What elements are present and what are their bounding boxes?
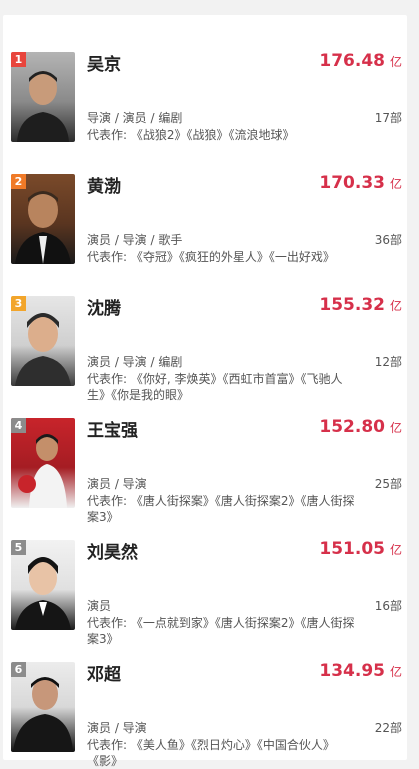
box-office-value: 151.05 xyxy=(319,539,385,559)
box-office-total: 134.95 亿 xyxy=(319,661,402,681)
box-office-total: 151.05 亿 xyxy=(319,539,402,559)
works-count: 12部 xyxy=(374,355,402,369)
actor-photo: 4 xyxy=(11,418,75,508)
actor-row[interactable]: 3 沈腾 155.32 亿 演员 / 导演 / 编剧 12部 代表作: 《你好, … xyxy=(3,277,407,402)
actor-row[interactable]: 1 吴京 176.48 亿 导演 / 演员 / 编剧 17部 代表作: 《战狼2》… xyxy=(3,33,407,155)
actor-photo: 5 xyxy=(11,540,75,630)
works-count: 17部 xyxy=(374,111,402,125)
box-office-value: 170.33 xyxy=(319,173,385,193)
actor-roles: 导演 / 演员 / 编剧 xyxy=(87,111,183,125)
rank-badge: 2 xyxy=(11,174,26,189)
actor-roles: 演员 xyxy=(87,599,112,613)
rank-badge: 4 xyxy=(11,418,26,433)
actor-photo: 3 xyxy=(11,296,75,386)
box-office-value: 152.80 xyxy=(319,417,385,437)
actor-roles: 演员 / 导演 xyxy=(87,721,147,735)
box-office-total: 155.32 亿 xyxy=(319,295,402,315)
works-count: 36部 xyxy=(374,233,402,247)
box-office-value: 176.48 xyxy=(319,51,385,71)
actor-roles: 演员 / 导演 / 编剧 xyxy=(87,355,183,369)
box-office-total: 152.80 亿 xyxy=(319,417,402,437)
box-office-value: 134.95 xyxy=(319,661,385,681)
representative-works: 代表作: 《美人鱼》《烈日灼心》《中国合伙人》《影》 xyxy=(87,738,335,768)
box-office-total: 176.48 亿 xyxy=(319,51,402,71)
actor-row[interactable]: 2 黄渤 170.33 亿 演员 / 导演 / 歌手 36部 代表作: 《夺冠》《… xyxy=(3,155,407,277)
actor-row[interactable]: 5 刘昊然 151.05 亿 演员 16部 代表作: 《一点就到家》《唐人街探案2… xyxy=(3,521,407,646)
actor-roles: 演员 / 导演 xyxy=(87,477,147,491)
box-office-unit: 亿 xyxy=(389,421,402,435)
actor-name: 黄渤 xyxy=(87,177,121,197)
box-office-value: 155.32 xyxy=(319,295,385,315)
actor-name: 刘昊然 xyxy=(87,543,138,563)
box-office-unit: 亿 xyxy=(389,665,402,679)
works-count: 25部 xyxy=(374,477,402,491)
rank-badge: 3 xyxy=(11,296,26,311)
box-office-unit: 亿 xyxy=(389,177,402,191)
actor-name: 吴京 xyxy=(87,55,121,75)
representative-works: 代表作: 《夺冠》《疯狂的外星人》《一出好戏》 xyxy=(87,250,335,264)
actor-name: 王宝强 xyxy=(87,421,138,441)
box-office-unit: 亿 xyxy=(389,299,402,313)
rank-badge: 5 xyxy=(11,540,26,555)
box-office-total: 170.33 亿 xyxy=(319,173,402,193)
works-count: 16部 xyxy=(374,599,402,613)
actor-row[interactable]: 4 王宝强 152.80 亿 演员 / 导演 25部 代表作: 《唐人街探案》《唐… xyxy=(3,399,407,524)
rank-badge: 1 xyxy=(11,52,26,67)
actor-ranking-list: 1 吴京 176.48 亿 导演 / 演员 / 编剧 17部 代表作: 《战狼2》… xyxy=(3,15,407,768)
representative-works: 代表作: 《战狼2》《战狼》《流浪地球》 xyxy=(87,128,295,142)
actor-name: 邓超 xyxy=(87,665,121,685)
actor-photo: 6 xyxy=(11,662,75,752)
actor-photo: 2 xyxy=(11,174,75,264)
actor-photo: 1 xyxy=(11,52,75,142)
top-strip xyxy=(0,0,419,15)
actor-name: 沈腾 xyxy=(87,299,121,319)
box-office-unit: 亿 xyxy=(389,55,402,69)
works-count: 22部 xyxy=(374,721,402,735)
actor-row[interactable]: 6 邓超 134.95 亿 演员 / 导演 22部 代表作: 《美人鱼》《烈日灼心… xyxy=(3,643,407,768)
box-office-unit: 亿 xyxy=(389,543,402,557)
rank-badge: 6 xyxy=(11,662,26,677)
actor-roles: 演员 / 导演 / 歌手 xyxy=(87,233,183,247)
